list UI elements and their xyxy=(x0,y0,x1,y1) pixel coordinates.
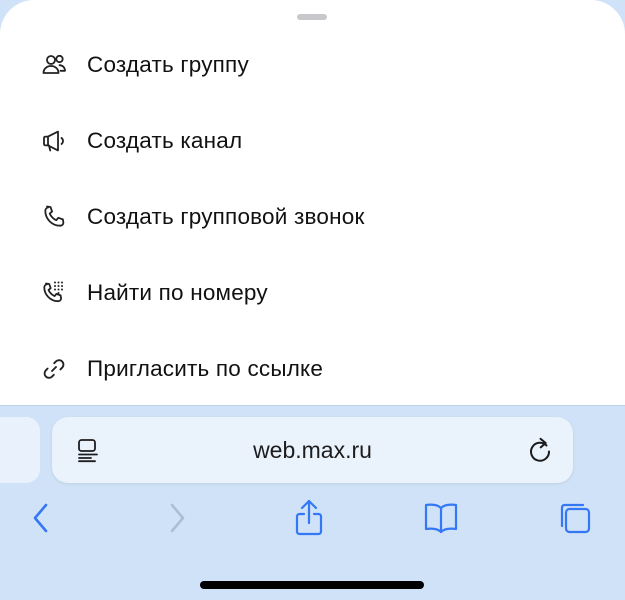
menu-item-label: Создать канал xyxy=(87,128,243,153)
browser-toolbar xyxy=(0,496,625,546)
bottom-sheet: Создать группу Создать канал Создать гру… xyxy=(0,0,625,405)
menu-item-create-group-call[interactable]: Создать групповой звонок xyxy=(0,179,625,255)
back-button[interactable] xyxy=(19,496,63,540)
menu-item-label: Создать групповой звонок xyxy=(87,204,365,229)
chevron-right-icon xyxy=(170,503,185,533)
create-menu: Создать группу Создать канал Создать гру… xyxy=(0,27,625,407)
sheet-grabber[interactable] xyxy=(297,14,327,20)
share-icon xyxy=(295,499,323,536)
megaphone-icon xyxy=(40,127,68,155)
menu-item-label: Найти по номеру xyxy=(87,280,268,305)
share-button[interactable] xyxy=(287,496,331,540)
tabs-icon xyxy=(560,503,591,534)
address-bar[interactable]: web.max.ru xyxy=(52,417,573,483)
link-icon xyxy=(40,355,68,383)
home-indicator[interactable] xyxy=(200,581,424,589)
menu-item-create-channel[interactable]: Создать канал xyxy=(0,103,625,179)
phone-icon xyxy=(40,203,68,231)
previous-tab-preview[interactable] xyxy=(0,417,40,483)
menu-item-label: Создать группу xyxy=(87,52,249,77)
menu-item-label: Пригласить по ссылке xyxy=(87,356,324,381)
book-icon xyxy=(424,503,458,534)
menu-item-create-group[interactable]: Создать группу xyxy=(0,27,625,103)
tabs-button[interactable] xyxy=(553,496,597,540)
chevron-left-icon xyxy=(33,503,48,533)
bookmarks-button[interactable] xyxy=(419,496,463,540)
dialpad-phone-icon xyxy=(40,279,68,307)
menu-item-find-by-number[interactable]: Найти по номеру xyxy=(0,255,625,331)
group-icon xyxy=(40,51,68,79)
screen: Создать группу Создать канал Создать гру… xyxy=(0,0,625,600)
menu-item-invite-by-link[interactable]: Пригласить по ссылке xyxy=(0,331,625,407)
reload-icon[interactable] xyxy=(526,436,554,464)
url-text[interactable]: web.max.ru xyxy=(52,417,573,483)
forward-button[interactable] xyxy=(155,496,199,540)
browser-bottom-bar: web.max.ru xyxy=(0,405,625,600)
